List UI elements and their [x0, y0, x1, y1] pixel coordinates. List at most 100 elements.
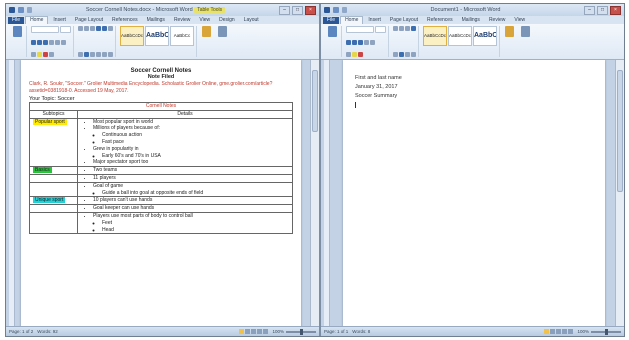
- subtopic-cell[interactable]: [29, 204, 78, 213]
- details-cell[interactable]: Two teams: [77, 166, 293, 175]
- highlight-icon[interactable]: [37, 52, 42, 57]
- print-layout-icon[interactable]: [544, 329, 550, 334]
- font-size-select[interactable]: [60, 26, 71, 33]
- subscript-icon[interactable]: [55, 40, 60, 45]
- outline-icon[interactable]: [257, 329, 263, 334]
- bold-icon[interactable]: [346, 40, 351, 45]
- scroll-thumb[interactable]: [617, 70, 623, 192]
- tab-review[interactable]: Review: [170, 17, 194, 24]
- title-bar[interactable]: Document1 - Microsoft Word – □ ×: [321, 4, 624, 16]
- subtopic-cell[interactable]: [29, 173, 78, 183]
- font-color-icon[interactable]: [358, 52, 363, 57]
- font-name-select[interactable]: [346, 26, 374, 33]
- style-heading-1[interactable]: AaBbC: [145, 26, 169, 46]
- align-center-icon[interactable]: [399, 52, 404, 57]
- page-count[interactable]: Page: 1 of 2: [9, 329, 33, 334]
- tab-file[interactable]: File: [323, 17, 340, 24]
- tab-insert[interactable]: Insert: [49, 17, 70, 24]
- italic-icon[interactable]: [352, 40, 357, 45]
- draft-icon[interactable]: [568, 329, 574, 334]
- align-left-icon[interactable]: [393, 52, 398, 57]
- minimize-button[interactable]: –: [584, 5, 595, 15]
- subtopic-cell[interactable]: [29, 211, 78, 235]
- word-count[interactable]: Words: 8: [352, 329, 370, 334]
- tab-references[interactable]: References: [108, 17, 142, 24]
- tab-home[interactable]: Home: [25, 16, 49, 24]
- details-cell[interactable]: Goal of gameGuide a ball into goal at op…: [77, 181, 293, 198]
- tab-page-layout[interactable]: Page Layout: [71, 17, 107, 24]
- increase-indent-icon[interactable]: [102, 26, 107, 31]
- bullets-icon[interactable]: [78, 26, 83, 31]
- undo-icon[interactable]: [27, 7, 32, 13]
- increase-indent-icon[interactable]: [411, 26, 416, 31]
- tab-mailings[interactable]: Mailings: [458, 17, 484, 24]
- zoom-slider[interactable]: [591, 328, 621, 335]
- page-count[interactable]: Page: 1 of 1: [324, 329, 348, 334]
- vertical-scrollbar[interactable]: [310, 60, 319, 327]
- zoom-level[interactable]: 100%: [272, 329, 284, 334]
- shading-icon[interactable]: [108, 52, 113, 57]
- tab-file[interactable]: File: [8, 17, 25, 24]
- web-layout-icon[interactable]: [556, 329, 562, 334]
- tab-view[interactable]: View: [195, 17, 214, 24]
- undo-icon[interactable]: [342, 7, 347, 13]
- tab-design[interactable]: Design: [215, 17, 239, 24]
- vertical-scrollbar[interactable]: [615, 60, 624, 327]
- tab-home[interactable]: Home: [340, 16, 364, 24]
- details-cell[interactable]: Goal keeper can use hands: [77, 204, 293, 213]
- word-app-icon[interactable]: [324, 7, 330, 13]
- align-right-icon[interactable]: [405, 52, 410, 57]
- scroll-thumb[interactable]: [312, 70, 318, 132]
- strikethrough-icon[interactable]: [49, 40, 54, 45]
- tab-insert[interactable]: Insert: [364, 17, 385, 24]
- word-count[interactable]: Words: 92: [37, 329, 57, 334]
- zoom-level[interactable]: 100%: [577, 329, 589, 334]
- align-left-icon[interactable]: [78, 52, 83, 57]
- highlight-icon[interactable]: [352, 52, 357, 57]
- tab-references[interactable]: References: [423, 17, 457, 24]
- save-icon[interactable]: [18, 7, 24, 13]
- full-screen-icon[interactable]: [245, 329, 251, 334]
- title-bar[interactable]: Soccer Cornell Notes.docx - Microsoft Wo…: [6, 4, 319, 16]
- align-center-icon[interactable]: [84, 52, 89, 57]
- tab-page-layout[interactable]: Page Layout: [386, 17, 422, 24]
- align-right-icon[interactable]: [90, 52, 95, 57]
- tab-mailings[interactable]: Mailings: [143, 17, 169, 24]
- justify-icon[interactable]: [411, 52, 416, 57]
- multilevel-icon[interactable]: [90, 26, 95, 31]
- bullets-icon[interactable]: [393, 26, 398, 31]
- style-heading-1[interactable]: AaBbC: [473, 26, 497, 46]
- numbering-icon[interactable]: [399, 26, 404, 31]
- strikethrough-icon[interactable]: [364, 40, 369, 45]
- save-icon[interactable]: [333, 7, 339, 13]
- tab-review[interactable]: Review: [485, 17, 509, 24]
- details-cell[interactable]: 11 players: [77, 173, 293, 183]
- outline-icon[interactable]: [562, 329, 568, 334]
- subtopic-cell[interactable]: Unique sport: [29, 196, 78, 206]
- word-app-icon[interactable]: [9, 7, 15, 13]
- zoom-knob[interactable]: [300, 328, 303, 335]
- multilevel-icon[interactable]: [405, 26, 410, 31]
- sort-icon[interactable]: [108, 26, 113, 31]
- underline-icon[interactable]: [358, 40, 363, 45]
- draft-icon[interactable]: [263, 329, 269, 334]
- text-effects-icon[interactable]: [31, 52, 36, 57]
- style-normal[interactable]: AaBbCcDc: [423, 26, 447, 46]
- editing-button[interactable]: [215, 26, 229, 57]
- paste-button[interactable]: [10, 26, 24, 38]
- line-spacing-icon[interactable]: [102, 52, 107, 57]
- style-heading-2[interactable]: AaBbCc: [170, 26, 194, 46]
- tab-layout[interactable]: Layout: [240, 17, 263, 24]
- change-styles-button[interactable]: [199, 26, 213, 57]
- zoom-slider[interactable]: [286, 328, 316, 335]
- justify-icon[interactable]: [96, 52, 101, 57]
- tab-view[interactable]: View: [510, 17, 529, 24]
- paste-button[interactable]: [325, 26, 339, 38]
- subscript-icon[interactable]: [370, 40, 375, 45]
- details-cell[interactable]: Players use most parts of body to contro…: [77, 211, 293, 235]
- print-layout-icon[interactable]: [239, 329, 245, 334]
- numbering-icon[interactable]: [84, 26, 89, 31]
- clear-format-icon[interactable]: [49, 52, 54, 57]
- maximize-button[interactable]: □: [292, 5, 303, 15]
- change-styles-button[interactable]: [502, 26, 516, 57]
